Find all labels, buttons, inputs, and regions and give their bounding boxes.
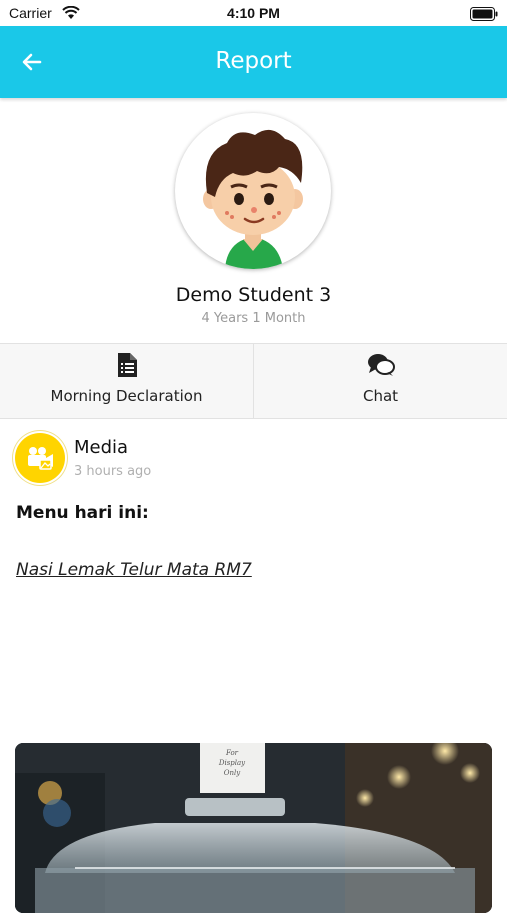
- student-age: 4 Years 1 Month: [201, 311, 306, 326]
- food-display-photo: For Display Only: [15, 743, 492, 913]
- chat-button[interactable]: Chat: [254, 344, 507, 418]
- post-type: Media: [74, 437, 129, 458]
- post-photo[interactable]: For Display Only: [15, 743, 492, 913]
- svg-text:For: For: [225, 749, 239, 757]
- chat-bubbles-icon: [367, 352, 395, 382]
- svg-text:Display: Display: [218, 759, 246, 767]
- post-link[interactable]: Nasi Lemak Telur Mata RM7: [16, 560, 252, 580]
- boy-avatar-icon: [203, 129, 303, 269]
- chat-label: Chat: [362, 387, 399, 405]
- page-title: Report: [215, 48, 292, 74]
- morning-declaration-button[interactable]: Morning Declaration: [0, 344, 254, 418]
- clock-time: 4:10 PM: [227, 5, 280, 21]
- action-tabs: Morning Declaration Chat: [0, 343, 507, 419]
- status-bar: Carrier 4:10 PM: [0, 0, 507, 26]
- student-name: Demo Student 3: [175, 284, 332, 306]
- document-list-icon: [116, 352, 138, 382]
- media-badge: [15, 433, 65, 483]
- app-header: Report: [0, 26, 507, 98]
- post-heading: Menu hari ini:: [16, 503, 149, 523]
- media-camera-icon: [28, 447, 53, 470]
- post-timestamp: 3 hours ago: [74, 464, 152, 479]
- battery-icon: [470, 6, 498, 25]
- morning-declaration-label: Morning Declaration: [50, 387, 203, 405]
- svg-text:Only: Only: [224, 769, 241, 777]
- student-avatar: [175, 113, 331, 269]
